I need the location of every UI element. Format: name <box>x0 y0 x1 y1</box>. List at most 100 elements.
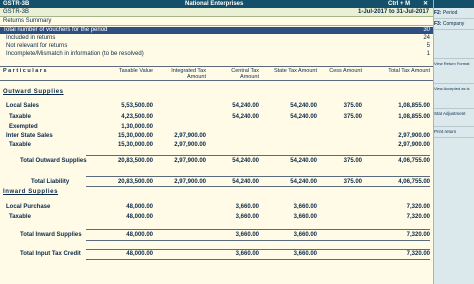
cell-taxable: 20,83,500.00 <box>117 179 153 185</box>
cell-integrated: 2,97,900.00 <box>174 133 206 139</box>
company-button[interactable]: F3: Company <box>434 21 474 27</box>
cell-total: 7,320.00 <box>406 251 430 257</box>
company-label: Company <box>442 21 465 27</box>
row-label: Taxable <box>9 114 31 120</box>
col-particulars: P a r t i c u l a r s <box>3 68 47 74</box>
cell-taxable: 48,000.00 <box>126 251 153 257</box>
report-header: GSTR-3B 1-Jul-2017 to 31-Jul-2017 <box>0 8 433 17</box>
cell-integrated: 2,97,900.00 <box>174 142 206 148</box>
cell-state: 54,240.00 <box>290 158 317 164</box>
cell-cess: 375.00 <box>343 114 362 120</box>
cell-central: 3,660.00 <box>235 232 259 238</box>
cell-state: 3,660.00 <box>293 251 317 257</box>
print-return-button[interactable]: Print return <box>434 129 474 135</box>
row-label: Taxable <box>9 214 31 220</box>
cell-taxable: 15,30,000.00 <box>117 142 153 148</box>
cell-central: 54,240.00 <box>232 114 259 120</box>
close-icon[interactable]: ✕ <box>423 0 428 8</box>
table-row[interactable]: Total Input Tax Credit 48,000.00 3,660.0… <box>0 251 433 258</box>
summary-row[interactable]: Not relevant for returns 5 <box>0 43 433 50</box>
cell-state: 54,240.00 <box>290 179 317 185</box>
view-return-format-button[interactable]: View Return Format <box>434 61 474 67</box>
summary-row-label: Included in returns <box>6 35 56 41</box>
table-row[interactable]: Taxable 15,30,000.00 2,97,900.00 2,97,90… <box>0 142 433 149</box>
table-row[interactable]: Exempted 1,30,000.00 <box>0 124 433 131</box>
cell-integrated: 2,97,900.00 <box>174 158 206 164</box>
divider <box>86 240 430 241</box>
summary-total-row[interactable]: Total number of vouchers for the period … <box>0 27 433 34</box>
cell-total: 2,97,900.00 <box>398 142 430 148</box>
table-row[interactable]: Total Liability 20,83,500.00 2,97,900.00… <box>0 179 433 186</box>
divider <box>434 126 474 127</box>
cell-taxable: 15,30,000.00 <box>117 133 153 139</box>
table-row[interactable]: Total Outward Supplies 20,83,500.00 2,97… <box>0 158 433 165</box>
cell-cess: 375.00 <box>343 179 362 185</box>
outward-heading: Outward Supplies <box>3 89 64 95</box>
table-row[interactable]: Inter State Sales 15,30,000.00 2,97,900.… <box>0 133 433 140</box>
cell-state: 54,240.00 <box>290 103 317 109</box>
cell-taxable: 1,30,000.00 <box>121 124 153 130</box>
table-row[interactable]: Taxable 48,000.00 3,660.00 3,660.00 7,32… <box>0 214 433 221</box>
cell-state: 3,660.00 <box>293 232 317 238</box>
button-bar-top <box>434 0 474 8</box>
col-state-tax: State Tax Amount <box>273 68 317 74</box>
cell-state: 3,660.00 <box>293 214 317 220</box>
summary-row-label: Incomplete/Mismatch in information (to b… <box>6 51 144 57</box>
table-row[interactable]: Taxable 4,23,500.00 54,240.00 54,240.00 … <box>0 114 433 121</box>
cell-total: 1,08,855.00 <box>398 103 430 109</box>
outward-heading-row: Outward Supplies <box>0 89 433 96</box>
cell-total: 2,97,900.00 <box>398 133 430 139</box>
cell-central: 54,240.00 <box>232 158 259 164</box>
divider <box>434 18 474 19</box>
view-accepted-label: View Accepted as is <box>434 86 470 91</box>
title-bar: GSTR-3B National Enterprises Ctrl + M ✕ <box>0 0 433 8</box>
column-header-row: P a r t i c u l a r s Taxable Value Inte… <box>0 66 433 81</box>
stat-adjustment-button[interactable]: Stat Adjustment <box>434 111 474 117</box>
row-label: Total Input Tax Credit <box>20 251 81 257</box>
inward-heading: Inward Supplies <box>3 189 59 195</box>
divider <box>86 186 430 187</box>
period-key: F2: <box>434 10 442 16</box>
divider <box>86 249 430 250</box>
divider <box>86 176 430 177</box>
shortcut-hint: Ctrl + M <box>388 1 411 7</box>
row-label: Local Purchase <box>6 204 51 210</box>
row-label: Exempted <box>9 124 38 130</box>
cell-total: 7,320.00 <box>406 204 430 210</box>
cell-total: 7,320.00 <box>406 232 430 238</box>
cell-integrated: 2,97,900.00 <box>174 179 206 185</box>
row-label: Inter State Sales <box>6 133 53 139</box>
summary-row[interactable]: Included in returns 24 <box>0 35 433 42</box>
cell-taxable: 48,000.00 <box>126 204 153 210</box>
period-label: Period <box>442 10 458 16</box>
table-row[interactable]: Total Inward Supplies 48,000.00 3,660.00… <box>0 232 433 239</box>
summary-row[interactable]: Incomplete/Mismatch in information (to b… <box>0 51 433 58</box>
cell-total: 7,320.00 <box>406 214 430 220</box>
view-accepted-button[interactable]: View Accepted as is <box>434 86 474 92</box>
divider <box>86 155 430 156</box>
report-period[interactable]: 1-Jul-2017 to 31-Jul-2017 <box>358 8 429 17</box>
table-row[interactable]: Local Purchase 48,000.00 3,660.00 3,660.… <box>0 204 433 211</box>
company-name: National Enterprises <box>185 1 244 7</box>
row-label: Total Inward Supplies <box>20 232 82 238</box>
period-button[interactable]: F2: Period <box>434 10 474 16</box>
col-central-amount: Amount <box>240 74 259 80</box>
col-total-tax: Total Tax Amount <box>388 68 430 74</box>
divider <box>434 29 474 30</box>
cell-cess: 375.00 <box>343 103 362 109</box>
row-label: Total Outward Supplies <box>20 158 87 164</box>
window-title: GSTR-3B <box>3 1 30 7</box>
summary-row-value: 24 <box>423 35 430 41</box>
cell-central: 3,660.00 <box>235 251 259 257</box>
cell-cess: 375.00 <box>343 158 362 164</box>
divider <box>86 259 430 260</box>
summary-total-label: Total number of vouchers for the period <box>3 27 108 33</box>
table-row[interactable]: Local Sales 5,53,500.00 54,240.00 54,240… <box>0 103 433 110</box>
view-return-format-label: View Return Format <box>434 61 470 66</box>
divider <box>86 229 430 230</box>
cell-taxable: 20,83,500.00 <box>117 158 153 164</box>
cell-taxable: 48,000.00 <box>126 232 153 238</box>
summary-row-value: 1 <box>426 51 430 57</box>
summary-title: Returns Summary <box>3 18 52 24</box>
cell-taxable: 48,000.00 <box>126 214 153 220</box>
